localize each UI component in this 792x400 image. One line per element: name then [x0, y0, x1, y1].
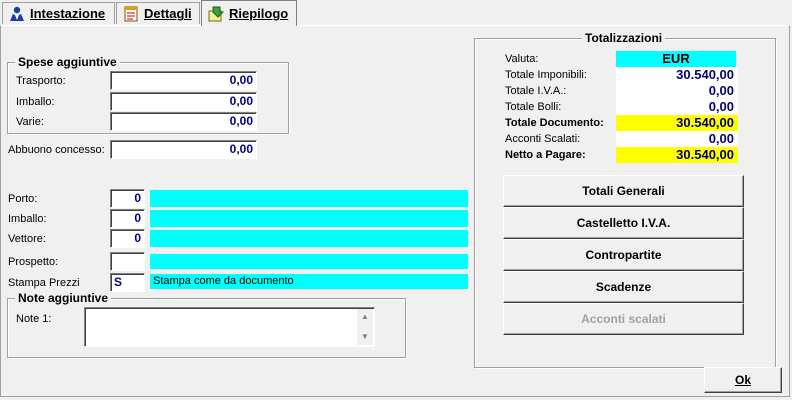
vettore-label: Vettore: [8, 233, 46, 245]
tab-strip: Intestazione Dettagli Riepilogo [0, 0, 792, 26]
valuta-value: EUR [616, 51, 736, 67]
spese-aggiuntive-title: Spese aggiuntive [15, 55, 120, 69]
imballo-spese-field[interactable]: 0,00 [110, 92, 257, 111]
trasporto-label: Trasporto: [16, 75, 66, 87]
imballo-label: Imballo: [8, 213, 47, 225]
scroll-down-icon[interactable]: ▼ [357, 329, 373, 345]
abbuono-label: Abbuono concesso: [8, 144, 105, 156]
scroll-up-icon[interactable]: ▲ [357, 309, 373, 325]
summary-icon [207, 6, 225, 22]
tab-dettagli[interactable]: Dettagli [116, 2, 200, 24]
netto-a-pagare-label: Netto a Pagare: [505, 149, 586, 161]
totali-generali-button[interactable]: Totali Generali [503, 175, 744, 207]
trasporto-field[interactable]: 0,00 [110, 71, 257, 90]
prospetto-description [150, 254, 468, 269]
document-icon [122, 6, 140, 22]
abbuono-field[interactable]: 0,00 [110, 140, 257, 159]
tab-label: Riepilogo [229, 6, 289, 21]
note1-label: Note 1: [16, 313, 52, 325]
note-aggiuntive-title: Note aggiuntive [15, 291, 112, 305]
imballo-spese-label: Imballo: [16, 96, 55, 108]
acconti-scalati-label: Acconti Scalati: [505, 133, 581, 145]
vettore-description [150, 230, 468, 247]
castelletto-iva-button[interactable]: Castelletto I.V.A. [503, 207, 744, 239]
stampa-prezzi-label: Stampa Prezzi [8, 277, 80, 289]
scadenze-button[interactable]: Scadenze [503, 271, 744, 303]
ok-button[interactable]: Ok [704, 367, 782, 393]
totale-imponibili-label: Totale Imponibili: [505, 69, 587, 81]
stampa-prezzi-description: Stampa come da documento [150, 274, 468, 289]
totale-iva-value: 0,00 [616, 83, 738, 99]
porto-label: Porto: [8, 193, 38, 205]
varie-field[interactable]: 0,00 [110, 112, 257, 131]
totale-bolli-value: 0,00 [616, 99, 738, 115]
netto-a-pagare-value: 30.540,00 [616, 147, 738, 163]
tab-label: Dettagli [144, 6, 192, 21]
prospetto-code-field[interactable] [110, 252, 145, 271]
tab-label: Intestazione [30, 6, 106, 21]
porto-description [150, 190, 468, 207]
note1-scrollbar[interactable]: ▲ ▼ [357, 309, 373, 345]
porto-code-field[interactable]: 0 [110, 189, 145, 208]
totalizzazioni-title: Totalizzazioni [582, 31, 666, 45]
acconti-scalati-value: 0,00 [616, 131, 738, 147]
imballo-description [150, 210, 468, 227]
varie-label: Varie: [16, 116, 44, 128]
vettore-code-field[interactable]: 0 [110, 229, 145, 248]
stampa-prezzi-field[interactable]: S [110, 273, 145, 292]
user-icon [8, 6, 26, 22]
tab-intestazione[interactable]: Intestazione [2, 2, 115, 24]
totale-documento-value: 30.540,00 [616, 115, 738, 131]
valuta-label: Valuta: [505, 53, 539, 65]
prospetto-label: Prospetto: [8, 256, 59, 268]
totale-imponibili-value: 30.540,00 [616, 67, 738, 83]
totale-iva-label: Totale I.V.A.: [505, 85, 567, 97]
imballo-code-field[interactable]: 0 [110, 209, 145, 228]
note1-textarea[interactable]: ▲ ▼ [84, 307, 375, 347]
contropartite-button[interactable]: Contropartite [503, 239, 744, 271]
acconti-scalati-button[interactable]: Acconti scalati [503, 303, 744, 335]
totale-documento-label: Totale Documento: [505, 117, 604, 129]
tab-riepilogo[interactable]: Riepilogo [201, 0, 297, 26]
totale-bolli-label: Totale Bolli: [505, 101, 562, 113]
